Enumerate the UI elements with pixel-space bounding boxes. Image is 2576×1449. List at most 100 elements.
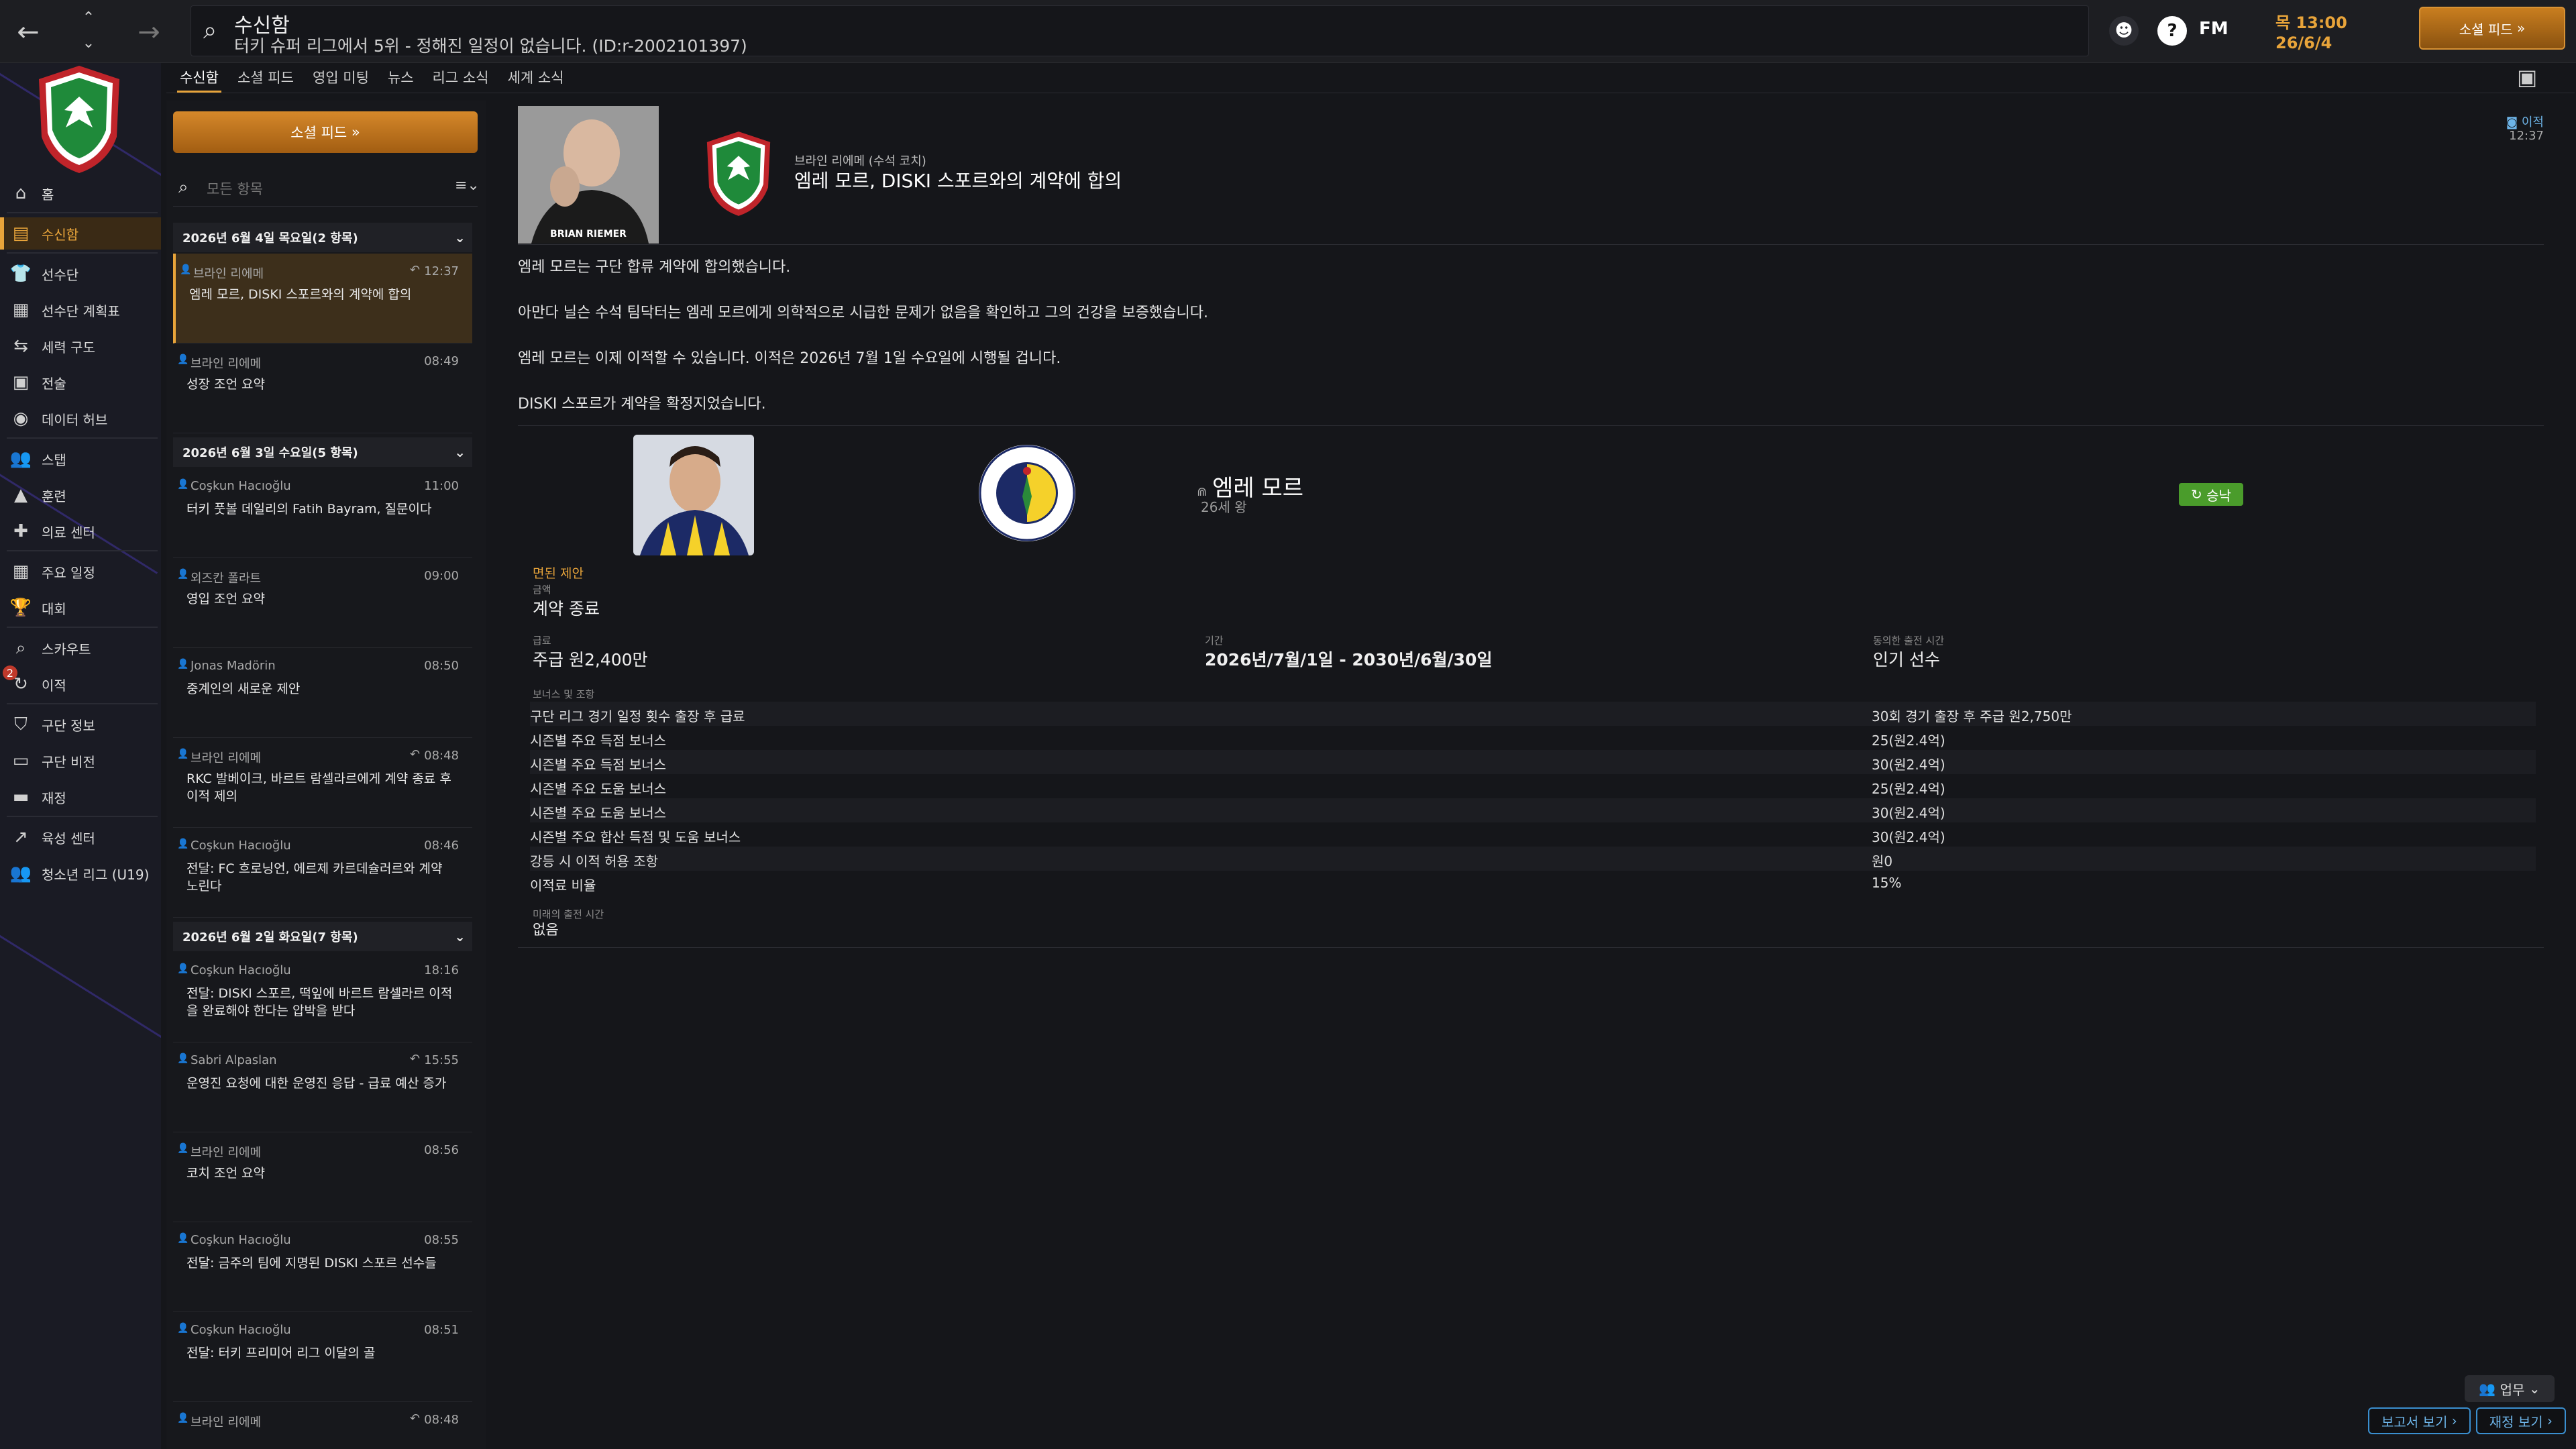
club-icon: ⛉ [14, 714, 28, 735]
list-item[interactable]: Coşkun Hacıoğlu 11:00 터키 풋볼 데일리의 Fatih B… [173, 468, 472, 558]
sidebar-item-inbox[interactable]: ▤ 수신함 [0, 217, 161, 250]
sort-menu-icon[interactable]: ≡⌄ [455, 177, 480, 194]
view-toggle-icon[interactable]: ▣ [2517, 64, 2537, 90]
business-menu[interactable]: 👥 업무 ⌄ [2465, 1375, 2555, 1402]
tab-news[interactable]: 뉴스 [381, 64, 426, 93]
list-item[interactable]: 외즈칸 폴라트 09:00 영입 조언 요약 [173, 558, 472, 648]
list-item[interactable]: Sabri Alpaslan ↶ 15:55 운영진 요청에 대한 운영진 응답… [173, 1042, 472, 1132]
filter-bar[interactable]: ⌕ 모든 항목 ≡⌄ [173, 168, 480, 207]
coach-photo[interactable]: BRIAN RIEMER [518, 106, 659, 244]
date-day: 26/6/4 [2275, 34, 2332, 52]
social-feed-list-button[interactable]: 소셜 피드 » [173, 111, 478, 153]
message-subject: 전달: 터키 프리미어 리그 이달의 골 [186, 1346, 376, 1360]
filter-input[interactable]: 모든 항목 [207, 178, 263, 199]
club-crest-icon[interactable] [32, 63, 126, 176]
vision-icon: ▭ [12, 751, 30, 771]
help-icon[interactable]: ? [2157, 16, 2187, 46]
sidebar-item-label: 청소년 리그 (U19) [42, 866, 150, 883]
sidebar-item-squad-planner[interactable]: ▦ 선수단 계획표 [0, 294, 161, 326]
list-item[interactable]: 브라인 리에메 08:56 코치 조언 요약 [173, 1132, 472, 1222]
sidebar-item-dynamics[interactable]: ⇆ 세력 구도 [0, 330, 161, 362]
social-feed-button[interactable]: 소셜 피드 » [2419, 7, 2565, 50]
world-icon[interactable]: ☻ [2109, 16, 2139, 46]
sidebar-item-training[interactable]: ▲ 훈련 [0, 479, 161, 511]
list-item[interactable]: 브라인 리에메 ↶ 12:37 엠레 모르, DISKI 스포르와의 계약에 합… [173, 254, 472, 343]
tab-world-news[interactable]: 세계 소식 [501, 64, 576, 93]
message-time: 08:48 [424, 1413, 459, 1427]
sidebar-item-club-info[interactable]: ⛉ 구단 정보 [0, 708, 161, 741]
view-finances-button[interactable]: 재정 보기 › [2475, 1407, 2567, 1434]
list-item[interactable]: 브라인 리에메 ↶ 08:48 [173, 1402, 472, 1449]
list-item[interactable]: 브라인 리에메 ↶ 08:48 RKC 발베이크, 바르트 람셀라르에게 계약 … [173, 738, 472, 828]
tab-league-news[interactable]: 리그 소식 [426, 64, 501, 93]
list-item[interactable]: Coşkun Hacıoğlu 18:16 전달: DISKI 스포르, 떡잎에… [173, 953, 472, 1042]
search-bar[interactable]: ⌕ 수신함 터키 슈퍼 리그에서 5위 - 정해진 일정이 없습니다. (ID:… [191, 5, 2089, 56]
message-sender: 브라인 리에메 [177, 354, 261, 372]
page-subtitle: 터키 슈퍼 리그에서 5위 - 정해진 일정이 없습니다. (ID:r-2002… [234, 36, 747, 56]
sidebar-item-competitions[interactable]: 🏆 대회 [0, 592, 161, 624]
list-item[interactable]: Coşkun Hacıoğlu 08:46 전달: FC 흐로닝언, 에르제 카… [173, 828, 472, 918]
message-sender: Jonas Madörin [177, 659, 276, 673]
chevron-down-icon[interactable]: ⌄ [454, 229, 466, 246]
sidebar-item-label: 홈 [42, 186, 54, 203]
chevron-down-icon[interactable]: ⌄ [75, 32, 102, 54]
chevron-down-icon[interactable]: ⌄ [454, 444, 466, 460]
sidebar-item-tactics[interactable]: ▣ 전술 [0, 366, 161, 398]
playing-time-label: 동의한 출전 시간 [1873, 635, 1945, 647]
sidebar-item-transfers[interactable]: ↻ 이적 [0, 668, 161, 700]
tab-recruitment-meetings[interactable]: 영입 미팅 [306, 64, 381, 93]
date-group-header[interactable]: 2026년 6월 2일 화요일(7 항목) ⌄ [173, 922, 472, 951]
tab-inbox[interactable]: 수신함 [173, 64, 231, 93]
message-sender: Coşkun Hacıoğlu [177, 1323, 291, 1337]
view-report-button[interactable]: 보고서 보기 › [2368, 1407, 2471, 1434]
bonus-value: 30(원2.4억) [1872, 757, 1945, 773]
sidebar-item-youth-league[interactable]: 👥 청소년 리그 (U19) [0, 857, 161, 890]
sidebar-item-scouting[interactable]: ⌕ 스카우트 [0, 632, 161, 664]
sidebar-item-medical[interactable]: ✚ 의료 센터 [0, 515, 161, 547]
chevron-up-icon[interactable]: ⌃ [75, 7, 102, 28]
message-time: 08:48 [424, 749, 459, 763]
tab-social-feed[interactable]: 소셜 피드 [231, 64, 306, 93]
message-subject: 운영진 요청에 대한 운영진 응답 - 급료 예산 증가 [186, 1076, 447, 1091]
bonus-name: 시즌별 주요 도움 보너스 [530, 781, 667, 797]
sidebar-item-finances[interactable]: ▬ 재정 [0, 781, 161, 813]
message-subject: 엠레 모르, DISKI 스포르와의 계약에 합의 [189, 287, 412, 302]
sidebar-item-staff[interactable]: 👥 스탭 [0, 443, 161, 475]
club-logo-icon[interactable] [977, 443, 1077, 543]
date-display[interactable]: 목 13:00 26/6/4 [2261, 7, 2395, 55]
back-icon[interactable]: ← [8, 12, 48, 52]
wage-value: 주급 원2,400만 [533, 650, 648, 669]
bonus-row: 구단 리그 경기 일정 횟수 출장 후 급료 30회 경기 출장 후 주급 원2,… [530, 702, 2536, 726]
reply-icon: ↶ [409, 263, 420, 277]
sidebar-item-development[interactable]: ↗ 육성 센터 [0, 821, 161, 853]
calendar-icon: ▦ [12, 561, 30, 582]
message-sender: 외즈칸 폴라트 [177, 569, 261, 586]
forward-icon[interactable]: → [129, 12, 169, 52]
player-photo[interactable] [633, 435, 754, 555]
date-group-label: 2026년 6월 3일 수요일(5 항목) [182, 446, 358, 460]
list-item[interactable]: Coşkun Hacıoğlu 08:55 전달: 금주의 팀에 지명된 DIS… [173, 1222, 472, 1312]
fm-menu[interactable]: FM [2199, 19, 2229, 39]
shirt-icon: 👕 [9, 264, 32, 284]
clipboard-icon: ▦ [12, 300, 30, 320]
bonus-row: 강등 시 이적 허용 조항 원0 [530, 847, 2536, 871]
sidebar-item-home[interactable]: ⌂ 홈 [0, 177, 161, 209]
trophy-icon: 🏆 [9, 598, 32, 618]
sidebar: ⌂ 홈 ▤ 수신함 👕 선수단 ▦ 선수단 계획표 ⇆ 세력 구도 ▣ 전술 ◉ 데이터 허브… [0, 63, 161, 1449]
sidebar-item-squad[interactable]: 👕 선수단 [0, 258, 161, 290]
message-time: 08:51 [424, 1323, 459, 1337]
sidebar-item-club-vision[interactable]: ▭ 구단 비전 [0, 745, 161, 777]
sidebar-item-schedule[interactable]: ▦ 주요 일정 [0, 555, 161, 588]
message-title: 엠레 모르, DISKI 스포르와의 계약에 합의 [794, 170, 1122, 192]
date-group-header[interactable]: 2026년 6월 3일 수요일(5 항목) ⌄ [173, 437, 472, 467]
club-crest-icon[interactable] [702, 123, 775, 224]
list-item[interactable]: Coşkun Hacıoğlu 08:51 전달: 터키 프리미어 리그 이달의… [173, 1312, 472, 1402]
staff-icon: 👥 [9, 449, 32, 469]
divider [518, 425, 2544, 426]
list-item[interactable]: Jonas Madörin 08:50 중계인의 새로운 제안 [173, 648, 472, 738]
date-group-header[interactable]: 2026년 6월 4일 목요일(2 항목) ⌄ [173, 223, 472, 252]
list-item[interactable]: 브라인 리에메 08:49 성장 조언 요약 [173, 343, 472, 433]
sidebar-item-label: 훈련 [42, 488, 66, 504]
chevron-down-icon[interactable]: ⌄ [454, 928, 466, 945]
sidebar-item-data-hub[interactable]: ◉ 데이터 허브 [0, 402, 161, 435]
